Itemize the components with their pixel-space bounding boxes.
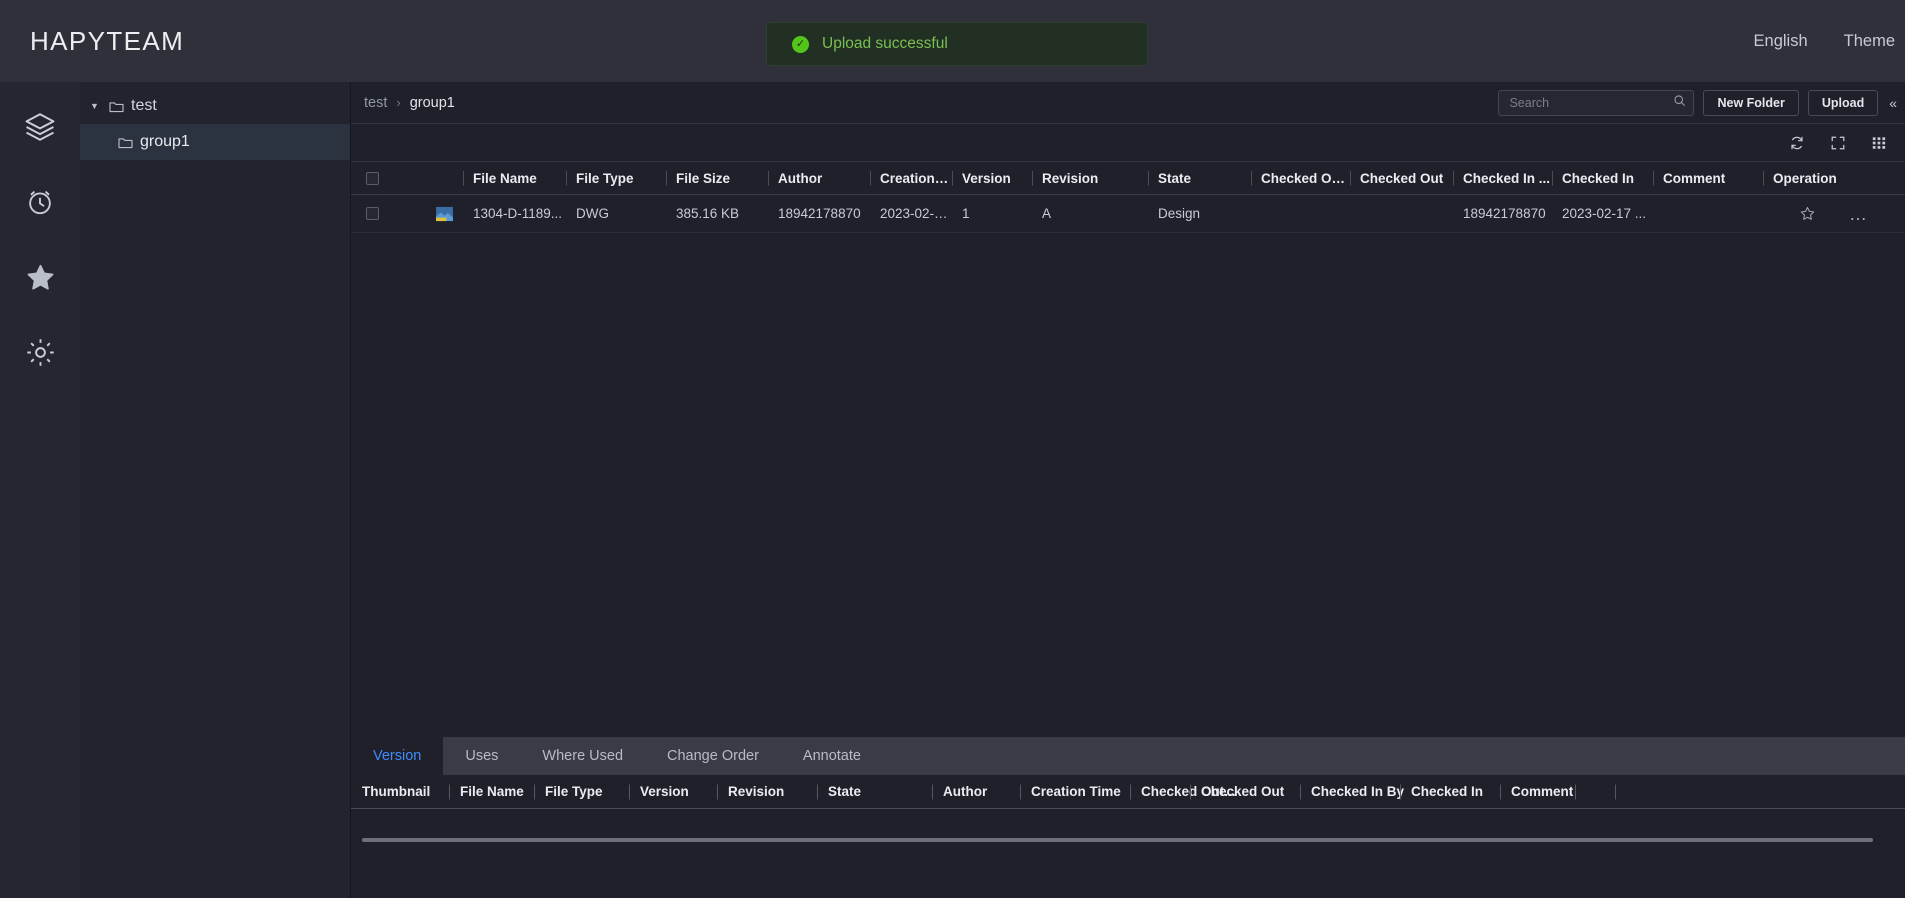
fullscreen-icon[interactable] xyxy=(1830,135,1846,151)
detail-column-author[interactable]: Author xyxy=(932,784,1020,799)
detail-column-checked-out-by[interactable]: Checked Out... xyxy=(1130,784,1236,799)
gear-icon[interactable] xyxy=(17,329,63,375)
file-table-empty-space xyxy=(351,233,1905,701)
star-icon[interactable] xyxy=(17,254,63,300)
column-revision[interactable]: Revision xyxy=(1032,171,1148,186)
table-row[interactable]: 1304-D-1189... DWG 385.16 KB 18942178870… xyxy=(351,195,1905,233)
clock-icon[interactable] xyxy=(17,179,63,225)
table-toolbar xyxy=(351,124,1905,161)
detail-column-comment[interactable]: Comment xyxy=(1500,784,1575,799)
column-version[interactable]: Version xyxy=(952,171,1032,186)
tab-version[interactable]: Version xyxy=(351,737,444,775)
column-file-type[interactable]: File Type xyxy=(566,171,666,186)
select-all-checkbox[interactable] xyxy=(365,171,379,185)
column-operation: Operation xyxy=(1763,171,1905,186)
cell-file-type: DWG xyxy=(576,206,609,221)
detail-horizontal-scrollbar[interactable] xyxy=(362,838,1873,842)
breadcrumb-actions: New Folder Upload « xyxy=(1498,82,1899,124)
layers-icon[interactable] xyxy=(17,104,63,150)
detail-column-version[interactable]: Version xyxy=(629,784,717,799)
main-content: test › group1 New Folder Upload « xyxy=(351,82,1905,898)
tab-uses[interactable]: Uses xyxy=(443,737,520,775)
file-table: File Name File Type File Size Author Cre… xyxy=(351,161,1905,701)
cell-file-name: 1304-D-1189... xyxy=(473,206,563,221)
tree-node-group1[interactable]: group1 xyxy=(80,124,350,160)
breadcrumb-item-test[interactable]: test xyxy=(364,95,387,111)
toast-message: Upload successful xyxy=(822,35,948,52)
detail-column-state[interactable]: State xyxy=(817,784,932,799)
column-checked-out[interactable]: Checked Out xyxy=(1350,171,1453,186)
row-checkbox-cell xyxy=(351,207,393,220)
tree-node-label: group1 xyxy=(140,133,190,150)
search-box[interactable] xyxy=(1498,90,1695,116)
refresh-icon[interactable] xyxy=(1789,135,1805,151)
breadcrumb: test › group1 xyxy=(351,95,455,111)
collapse-panel-icon[interactable]: « xyxy=(1887,95,1899,111)
detail-tabs: Version Uses Where Used Change Order Ann… xyxy=(351,737,1905,775)
column-comment[interactable]: Comment xyxy=(1653,171,1763,186)
cell-revision: A xyxy=(1042,206,1052,221)
detail-table-header: Thumbnail File Name File Type Version Re… xyxy=(351,775,1905,809)
detail-column-revision[interactable]: Revision xyxy=(717,784,817,799)
favorite-star-icon[interactable] xyxy=(1799,205,1816,222)
tab-where-used[interactable]: Where Used xyxy=(520,737,645,775)
column-checked-out-by[interactable]: Checked Ou... xyxy=(1251,171,1350,186)
row-checkbox[interactable] xyxy=(365,207,379,220)
upload-button[interactable]: Upload xyxy=(1807,90,1879,116)
detail-column-checked-in-by[interactable]: Checked In By xyxy=(1300,784,1404,799)
cell-state: Design xyxy=(1158,206,1201,221)
cell-creation-time: 2023-02-17 ... xyxy=(880,206,952,221)
select-all-checkbox-cell xyxy=(351,171,393,185)
search-input[interactable] xyxy=(1509,96,1674,110)
detail-column-file-type[interactable]: File Type xyxy=(534,784,629,799)
column-settings-icon[interactable] xyxy=(1871,135,1887,151)
detail-column-file-name[interactable]: File Name xyxy=(449,784,534,799)
app-header: HAPYTEAM ✓ Upload successful English The… xyxy=(0,0,1905,82)
language-switch[interactable]: English xyxy=(1754,32,1808,51)
column-checked-in-by[interactable]: Checked In ... xyxy=(1453,171,1552,186)
tab-change-order[interactable]: Change Order xyxy=(645,737,781,775)
cell-operation: … xyxy=(1763,205,1905,222)
folder-icon xyxy=(118,136,133,149)
column-creation-time[interactable]: Creation Ti... xyxy=(870,171,952,186)
theme-switch[interactable]: Theme xyxy=(1844,32,1895,51)
more-actions-icon[interactable]: … xyxy=(1849,205,1869,222)
cell-checked-in-by: 18942178870 xyxy=(1463,206,1546,221)
header-actions: English Theme xyxy=(1754,0,1905,82)
search-icon[interactable] xyxy=(1673,94,1686,112)
tree-node-label: test xyxy=(131,97,157,114)
check-circle-icon: ✓ xyxy=(792,35,809,53)
cell-checked-in: 2023-02-17 ... xyxy=(1562,206,1647,221)
column-author[interactable]: Author xyxy=(768,171,870,186)
detail-column-checked-out[interactable]: Checked Out xyxy=(1190,784,1300,799)
breadcrumb-item-group1: group1 xyxy=(409,94,455,111)
column-file-name[interactable]: File Name xyxy=(463,171,566,186)
column-file-size[interactable]: File Size xyxy=(666,171,768,186)
file-thumbnail-icon[interactable] xyxy=(425,206,463,222)
detail-panel: Version Uses Where Used Change Order Ann… xyxy=(351,737,1905,898)
column-checked-in[interactable]: Checked In xyxy=(1552,171,1653,186)
new-folder-button[interactable]: New Folder xyxy=(1703,90,1799,116)
column-state[interactable]: State xyxy=(1148,171,1251,186)
chevron-down-icon[interactable]: ▼ xyxy=(90,101,102,111)
detail-column-thumbnail: Thumbnail xyxy=(362,784,431,799)
detail-column-creation-time[interactable]: Creation Time xyxy=(1020,784,1130,799)
folder-icon xyxy=(109,100,124,113)
chevron-right-icon: › xyxy=(396,95,401,110)
tree-node-test[interactable]: ▼ test xyxy=(80,88,350,124)
file-table-header: File Name File Type File Size Author Cre… xyxy=(351,161,1905,195)
cell-file-size: 385.16 KB xyxy=(676,206,740,221)
toast-notification: ✓ Upload successful xyxy=(766,22,1148,66)
folder-tree-panel: ▼ test group1 xyxy=(80,82,351,898)
app-brand: HAPYTEAM xyxy=(30,25,185,56)
cell-author: 18942178870 xyxy=(778,206,861,221)
cell-version: 1 xyxy=(962,206,970,221)
icon-rail xyxy=(0,82,80,898)
detail-column-checked-in[interactable]: Checked In xyxy=(1400,784,1500,799)
breadcrumb-bar: test › group1 New Folder Upload « xyxy=(351,82,1905,124)
tab-annotate[interactable]: Annotate xyxy=(781,737,883,775)
